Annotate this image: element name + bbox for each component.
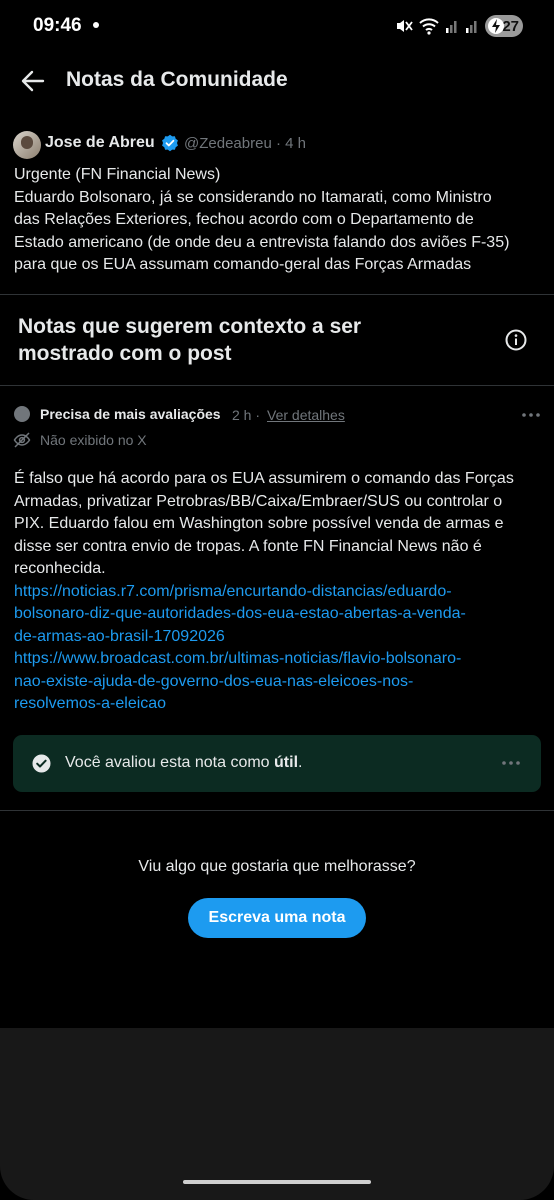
rating-prefix: Você avaliou esta nota como xyxy=(65,754,275,771)
wifi-icon xyxy=(419,18,439,35)
source-link[interactable]: resolvemos-a-eleicao xyxy=(14,693,544,716)
note-status: Precisa de mais avaliações xyxy=(40,406,221,422)
app-screen: 09:46 27 Notas da Comunidade Jose de Abr… xyxy=(0,0,554,1200)
bottom-panel xyxy=(0,1028,554,1200)
details-link[interactable]: Ver detalhes xyxy=(267,407,345,423)
eye-off-icon xyxy=(13,432,31,448)
more-options-icon[interactable] xyxy=(520,406,542,424)
battery-icon: 27 xyxy=(485,15,523,37)
visibility-status: Não exibido no X xyxy=(40,432,147,448)
battery-level: 27 xyxy=(502,17,519,35)
source-link[interactable]: de-armas-ao-brasil-17092026 xyxy=(14,626,544,649)
divider xyxy=(0,385,554,386)
rating-banner: Você avaliou esta nota como útil. xyxy=(13,735,541,792)
status-bar: 09:46 27 xyxy=(0,0,554,52)
source-link[interactable]: https://www.broadcast.com.br/ultimas-not… xyxy=(14,648,544,671)
signal-icon xyxy=(466,21,477,33)
rating-suffix: . xyxy=(298,754,303,771)
more-options-icon[interactable] xyxy=(500,754,522,772)
note-text-line: reconhecida. xyxy=(14,560,106,577)
note-text-line: É falso que há acordo para os EUA assumi… xyxy=(14,470,514,487)
note-time: 2 h · xyxy=(232,407,261,423)
verified-badge-icon xyxy=(162,134,178,152)
note-status-icon xyxy=(14,406,30,422)
divider xyxy=(0,810,554,811)
charging-bolt-icon xyxy=(488,18,504,34)
arrow-left-icon[interactable] xyxy=(20,68,46,94)
info-icon[interactable] xyxy=(505,329,527,351)
post-text-line: Urgente (FN Financial News) xyxy=(14,166,221,183)
check-circle-icon xyxy=(32,754,51,773)
note-text-line: PIX. Eduardo falou em Washington sobre p… xyxy=(14,515,504,532)
post-text: Urgente (FN Financial News) Eduardo Bols… xyxy=(14,164,542,277)
post-text-line: das Relações Exteriores, fechou acordo c… xyxy=(14,211,474,228)
signal-icon xyxy=(446,21,457,33)
rating-value: útil xyxy=(274,754,299,771)
author-handle[interactable]: @Zedeabreu · 4 h xyxy=(184,135,306,152)
gesture-bar[interactable] xyxy=(183,1180,371,1184)
note-text: É falso que há acordo para os EUA assumi… xyxy=(14,468,544,716)
clock: 09:46 xyxy=(33,15,82,36)
feedback-question: Viu algo que gostaria que melhorasse? xyxy=(138,858,416,875)
mute-icon xyxy=(397,20,413,32)
post-text-line: Estado americano (de onde deu a entrevis… xyxy=(14,233,510,251)
notes-section-heading: Notas que sugerem contexto a ser mostrad… xyxy=(18,313,418,367)
notes-heading-line: Notas que sugerem contexto a ser xyxy=(18,315,362,338)
notification-dot-icon xyxy=(93,22,99,28)
notes-heading-line: mostrado com o post xyxy=(18,342,232,365)
post-text-line: para que os EUA assumam comando-geral da… xyxy=(14,256,472,273)
source-link[interactable]: bolsonaro-diz-que-autoridades-dos-eua-es… xyxy=(14,603,544,626)
divider xyxy=(0,294,554,295)
author-name[interactable]: Jose de Abreu xyxy=(45,134,155,152)
post-text-line: Eduardo Bolsonaro, já se considerando no… xyxy=(14,188,492,206)
note-text-line: Armadas, privatizar Petrobras/BB/Caixa/E… xyxy=(14,492,503,510)
avatar[interactable] xyxy=(13,131,41,159)
write-note-button[interactable]: Escreva uma nota xyxy=(188,898,366,938)
source-link[interactable]: https://noticias.r7.com/prisma/encurtand… xyxy=(14,581,544,604)
status-icons: 27 xyxy=(395,14,523,38)
app-header: Notas da Comunidade xyxy=(0,52,554,108)
note-text-line: disse ser contra envio de tropas. A font… xyxy=(14,537,482,555)
source-link[interactable]: nao-existe-ajuda-de-governo-dos-eua-nas-… xyxy=(14,671,544,694)
rating-text: Você avaliou esta nota como útil. xyxy=(65,754,302,772)
page-title: Notas da Comunidade xyxy=(66,68,288,91)
